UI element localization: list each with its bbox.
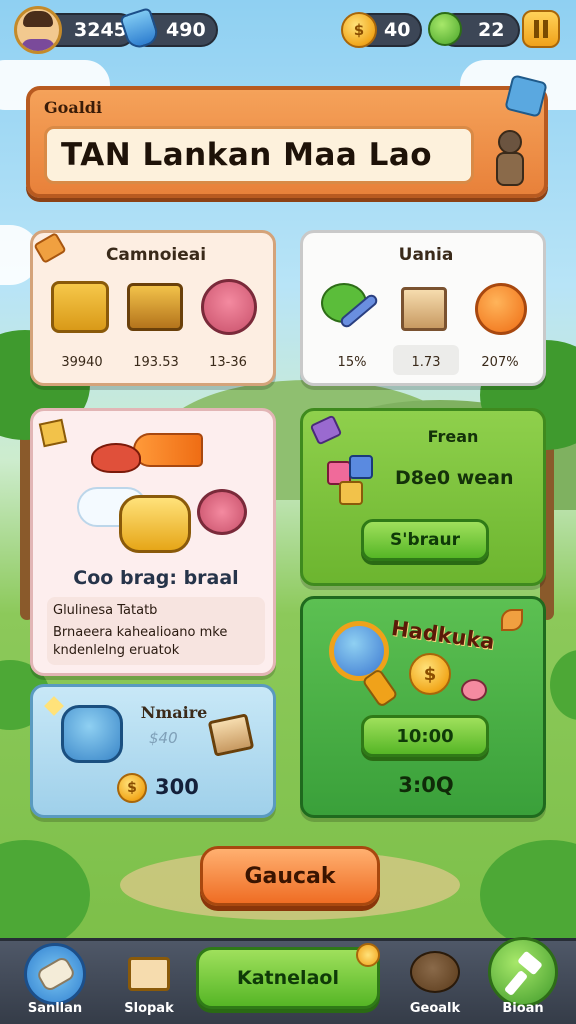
bottom-nav: Sanllan Slopak Katnelaol Geoalk Bioan (0, 937, 576, 1024)
player-avatar[interactable] (14, 6, 62, 54)
market-card[interactable]: Uania 15% 1.73 207% (300, 230, 546, 386)
tag-icon (309, 414, 343, 446)
bundle-price: 300 (155, 775, 199, 799)
sparkle-icon (44, 696, 64, 716)
nav-label-1: Sanllan (27, 1001, 83, 1016)
hammer-icon (488, 937, 558, 1007)
nav-item-map[interactable]: Slopak (104, 941, 194, 1024)
carrot-icon (133, 433, 203, 467)
pink-bear-icon (197, 489, 247, 535)
pause-icon (534, 20, 548, 38)
market-stat-1: 15% (337, 355, 367, 370)
character-icon (492, 130, 528, 188)
orange-icon[interactable] (475, 283, 527, 335)
box-icon[interactable] (401, 287, 447, 331)
market-title: Uania (398, 245, 454, 265)
sun-coin-icon: $ (409, 653, 451, 695)
coin-icon: $ (341, 12, 377, 48)
avatar-hair (23, 11, 53, 27)
fresh-button[interactable]: S'braur (361, 519, 489, 561)
nav-label-5: Bioan (502, 1001, 544, 1016)
toy-blocks-icon (327, 455, 381, 509)
banner-plate: TAN Lankan Maa Lao (44, 126, 474, 184)
main-action-button[interactable]: Gaucak (200, 846, 380, 906)
crate-icon (207, 713, 255, 757)
feature-detail-title: Glulinesa Tatatb (53, 603, 158, 618)
fresh-title: Frean (427, 427, 479, 446)
inventory-card[interactable]: Camnoieai 39940 193.53 13-36 (30, 230, 276, 386)
leaf-sparkle-icon (501, 609, 523, 631)
fresh-card[interactable]: Frean D8e0 wean S'braur (300, 408, 546, 586)
inventory-title: Camnoieai (105, 245, 207, 265)
event-timer: 3:0Q (398, 773, 454, 797)
treasure-chest-icon[interactable] (51, 281, 109, 333)
bundle-card[interactable]: Nmaire $40 $ 300 (30, 684, 276, 818)
nav-center-button[interactable]: Katnelaol (196, 947, 380, 1009)
golden-bread-icon (119, 495, 191, 553)
fresh-reward: D8e0 wean (395, 467, 514, 489)
feature-card[interactable]: Coo brag: braal Glulinesa Tatatb Brnaeer… (30, 408, 276, 676)
bread-crate-icon[interactable] (127, 283, 183, 331)
mole-icon (410, 951, 460, 993)
feature-title: Coo brag: braal (73, 567, 239, 589)
nav-label-4: Geoalk (409, 1001, 461, 1016)
energy-count: 22 (478, 19, 505, 41)
title-banner: Goaldi TAN Lankan Maa Lao (26, 74, 548, 198)
market-stat-2: 1.73 (411, 355, 441, 370)
pink-flower-icon (461, 679, 487, 701)
market-stat-3: 207% (481, 355, 519, 370)
inventory-stat-3: 13-36 (209, 355, 247, 370)
banner-title: TAN Lankan Maa Lao (61, 137, 433, 173)
scroll-icon (24, 943, 86, 1005)
plush-bear-icon[interactable] (201, 279, 257, 335)
banner-subtitle: Goaldi (44, 98, 103, 117)
coins-count: 40 (384, 19, 411, 41)
gems-count: 490 (166, 19, 206, 41)
nav-item-scroll[interactable]: Sanllan (10, 941, 100, 1024)
flag-icon (504, 74, 548, 118)
treasure-map-icon (128, 957, 170, 991)
bundle-coin-icon: $ (117, 773, 147, 803)
cube-icon (38, 418, 68, 448)
add-currency-button[interactable] (522, 10, 560, 48)
bundle-old-price: $40 (149, 729, 178, 747)
leaf-icon (428, 12, 462, 46)
feature-detail-text-1: Brnaeera kahealioano mke (53, 625, 228, 640)
bundle-title: Nmaire (140, 703, 208, 722)
feature-detail-text-2: kndenlelng eruatok (53, 643, 180, 658)
event-card[interactable]: Hadkuka $ 10:00 3:0Q (300, 596, 546, 818)
inventory-stat-1: 39940 (61, 355, 103, 370)
backpack-icon[interactable] (61, 705, 123, 763)
nav-item-mole[interactable]: Geoalk (390, 941, 480, 1024)
player-score: 3245 (74, 19, 127, 41)
inventory-stat-2: 193.53 (133, 355, 179, 370)
avatar-shirt (21, 39, 55, 51)
feature-detail-box: Glulinesa Tatatb Brnaeera kahealioano mk… (47, 597, 265, 665)
fox-icon (91, 443, 141, 473)
star-badge-icon (356, 943, 380, 967)
event-button[interactable]: 10:00 (361, 715, 489, 757)
event-title: Hadkuka (389, 615, 497, 655)
nav-item-hammer[interactable]: Bioan (478, 937, 568, 1024)
nav-label-2: Slopak (124, 1001, 174, 1016)
vegetable-icon[interactable] (321, 277, 381, 337)
